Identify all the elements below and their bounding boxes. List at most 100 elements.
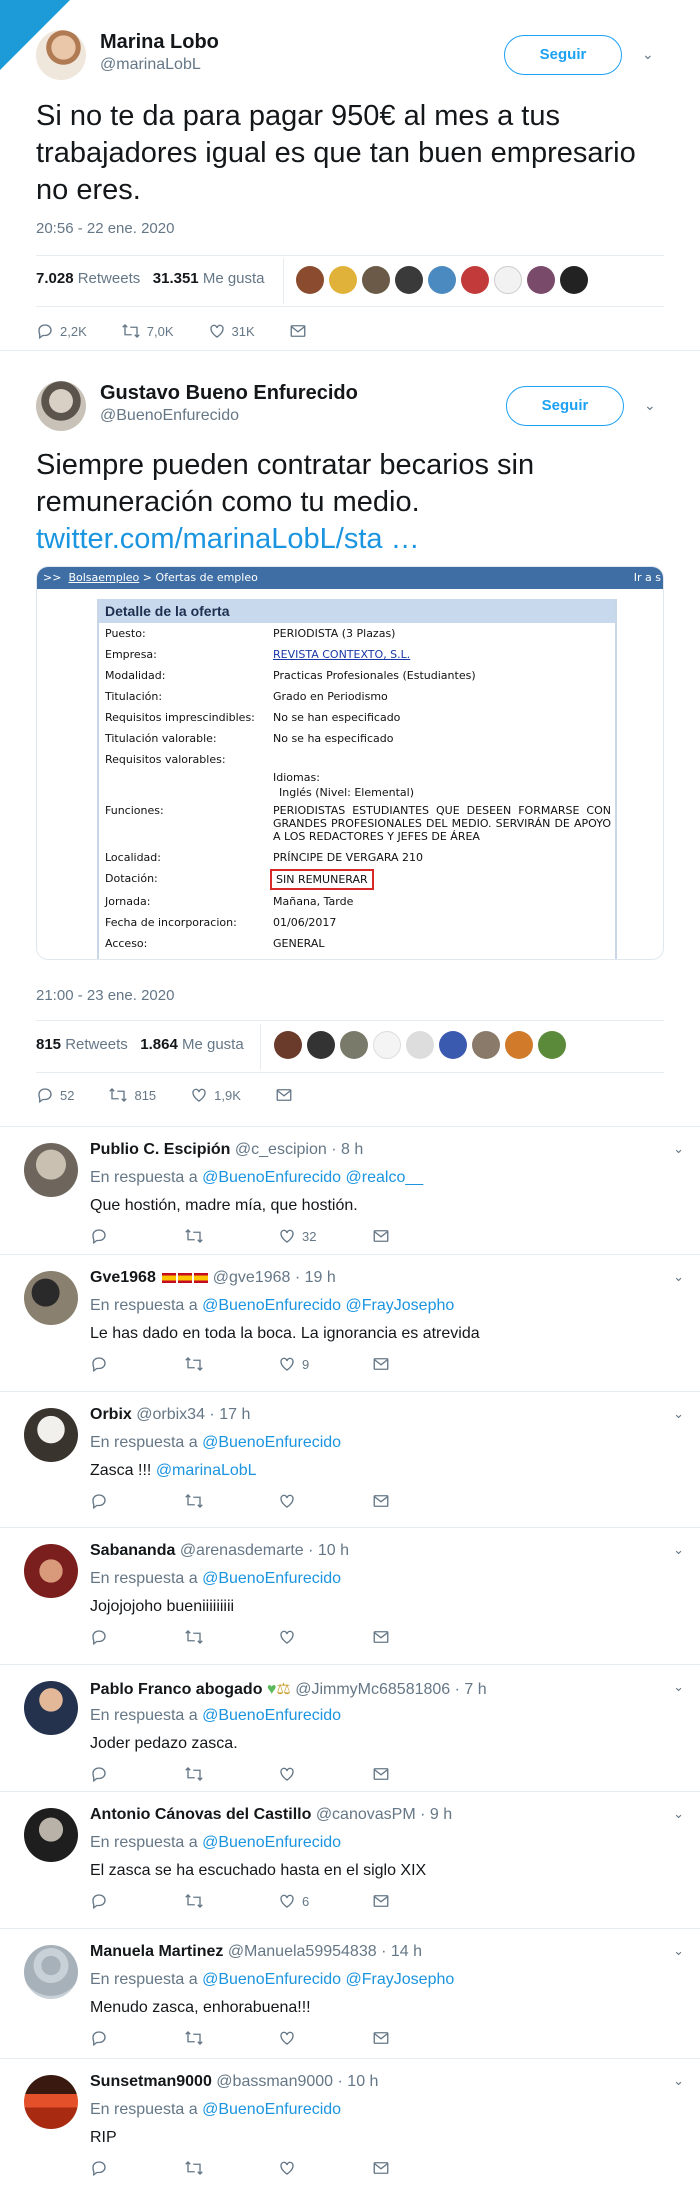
reply-time[interactable]: · 10 h xyxy=(308,1542,349,1559)
dm-button[interactable] xyxy=(372,1892,466,1910)
reply-author-handle[interactable]: @c_escipion xyxy=(235,1141,327,1158)
liker-avatars[interactable] xyxy=(296,266,588,294)
retweet-button[interactable]: 815 xyxy=(108,1086,156,1104)
retweet-count[interactable]: 7.028 xyxy=(36,270,74,287)
tweet-link[interactable]: twitter.com/marinaLobL/sta … xyxy=(36,521,636,558)
reply-author-name[interactable]: Antonio Cánovas del Castillo xyxy=(90,1806,311,1823)
reply-author-handle[interactable]: @arenasdemarte xyxy=(180,1542,304,1559)
like-button[interactable]: 31K xyxy=(208,322,255,340)
tweet-timestamp[interactable]: 21:00 - 23 ene. 2020 xyxy=(36,987,174,1004)
dm-button[interactable] xyxy=(289,322,313,340)
author-handle[interactable]: @marinaLobL xyxy=(100,56,201,74)
avatar[interactable] xyxy=(340,1031,368,1059)
reply-author-handle[interactable]: @bassman9000 xyxy=(216,2073,333,2090)
retweet-button[interactable] xyxy=(184,1892,278,1910)
avatar[interactable] xyxy=(24,1271,78,1325)
reply-tweet[interactable]: Antonio Cánovas del Castillo @canovasPM … xyxy=(0,1791,700,1928)
reply-button[interactable] xyxy=(90,1492,184,1510)
chevron-down-icon[interactable]: ⌄ xyxy=(673,1406,684,1422)
avatar[interactable] xyxy=(24,1808,78,1862)
chevron-down-icon[interactable]: ⌄ xyxy=(673,1141,684,1157)
embedded-image[interactable]: >> Bolsaempleo > Ofertas de empleo Ir a … xyxy=(36,566,664,960)
reply-tweet[interactable]: Orbix @orbix34 · 17 h ⌄ En respuesta a @Bu… xyxy=(0,1391,700,1527)
avatar[interactable] xyxy=(406,1031,434,1059)
like-button[interactable] xyxy=(278,1765,372,1783)
reply-author-handle[interactable]: @Manuela59954838 xyxy=(228,1943,377,1960)
reply-to-handles[interactable]: @BuenoEnfurecido @FrayJosepho xyxy=(202,1297,454,1314)
avatar[interactable] xyxy=(560,266,588,294)
like-count[interactable]: 31.351 xyxy=(153,270,199,287)
like-button[interactable]: 32 xyxy=(278,1227,372,1245)
like-button[interactable]: 1,9K xyxy=(190,1086,241,1104)
dm-button[interactable] xyxy=(372,1628,466,1646)
chevron-down-icon[interactable]: ⌄ xyxy=(673,1269,684,1285)
avatar[interactable] xyxy=(36,381,86,431)
mention-link[interactable]: @marinaLobL xyxy=(156,1462,257,1479)
reply-author-name[interactable]: Pablo Franco abogado xyxy=(90,1681,262,1698)
reply-author-name[interactable]: Sunsetman9000 xyxy=(90,2073,212,2090)
retweet-button[interactable] xyxy=(184,1492,278,1510)
chevron-down-icon[interactable]: ⌄ xyxy=(673,2073,684,2089)
reply-time[interactable]: · 17 h xyxy=(209,1406,250,1423)
reply-author-handle[interactable]: @JimmyMc68581806 xyxy=(295,1681,450,1698)
avatar[interactable] xyxy=(24,1408,78,1462)
reply-button[interactable] xyxy=(90,2159,184,2177)
like-button[interactable] xyxy=(278,2029,372,2047)
reply-author-name[interactable]: Gve1968 xyxy=(90,1269,156,1286)
reply-button[interactable] xyxy=(90,1227,184,1245)
avatar[interactable] xyxy=(24,1544,78,1598)
reply-button[interactable] xyxy=(90,1892,184,1910)
chevron-down-icon[interactable]: ⌄ xyxy=(673,1806,684,1822)
dm-button[interactable] xyxy=(372,2159,466,2177)
follow-button[interactable]: Seguir xyxy=(504,35,622,75)
reply-button[interactable] xyxy=(90,1628,184,1646)
avatar[interactable] xyxy=(36,30,86,80)
retweet-button[interactable] xyxy=(184,1628,278,1646)
avatar[interactable] xyxy=(24,1945,78,1999)
reply-author-handle[interactable]: @orbix34 xyxy=(136,1406,205,1423)
reply-author-name[interactable]: Orbix xyxy=(90,1406,132,1423)
like-button[interactable] xyxy=(278,1492,372,1510)
avatar[interactable] xyxy=(461,266,489,294)
like-button[interactable]: 9 xyxy=(278,1355,372,1373)
reply-tweet[interactable]: Publio C. Escipión @c_escipion · 8 h ⌄ En … xyxy=(0,1126,700,1254)
reply-to-handles[interactable]: @BuenoEnfurecido @realco__ xyxy=(202,1169,423,1186)
reply-author-name[interactable]: Publio C. Escipión xyxy=(90,1141,230,1158)
reply-button[interactable]: 52 xyxy=(36,1086,74,1104)
dm-button[interactable] xyxy=(275,1086,299,1104)
reply-time[interactable]: · 7 h xyxy=(455,1681,487,1698)
liker-avatars[interactable] xyxy=(274,1031,566,1059)
follow-button[interactable]: Seguir xyxy=(506,386,624,426)
reply-button[interactable] xyxy=(90,2029,184,2047)
reply-tweet[interactable]: Sunsetman9000 @bassman9000 · 10 h ⌄ En res… xyxy=(0,2058,700,2196)
reply-time[interactable]: · 19 h xyxy=(295,1269,336,1286)
retweet-button[interactable]: 7,0K xyxy=(121,322,174,340)
reply-button[interactable] xyxy=(90,1765,184,1783)
avatar[interactable] xyxy=(24,1681,78,1735)
reply-author-handle[interactable]: @gve1968 xyxy=(213,1269,291,1286)
author-handle[interactable]: @BuenoEnfurecido xyxy=(100,407,239,425)
tweet-timestamp[interactable]: 20:56 - 22 ene. 2020 xyxy=(36,220,174,237)
reply-time[interactable]: · 8 h xyxy=(331,1141,363,1158)
reply-to-handles[interactable]: @BuenoEnfurecido xyxy=(202,2101,341,2118)
retweet-button[interactable] xyxy=(184,1355,278,1373)
reply-author-handle[interactable]: @canovasPM xyxy=(316,1806,416,1823)
likes-label[interactable]: Me gusta xyxy=(203,270,265,287)
chevron-down-icon[interactable]: ⌄ xyxy=(642,46,654,63)
like-button[interactable] xyxy=(278,1628,372,1646)
avatar[interactable] xyxy=(472,1031,500,1059)
retweet-button[interactable] xyxy=(184,2029,278,2047)
avatar[interactable] xyxy=(373,1031,401,1059)
reply-tweet[interactable]: Gve1968 @gve1968 · 19 h ⌄ En respuesta a @… xyxy=(0,1254,700,1391)
reply-time[interactable]: · 9 h xyxy=(420,1806,452,1823)
like-button[interactable]: 6 xyxy=(278,1892,372,1910)
avatar[interactable] xyxy=(439,1031,467,1059)
reply-author-name[interactable]: Sabananda xyxy=(90,1542,175,1559)
avatar[interactable] xyxy=(296,266,324,294)
avatar[interactable] xyxy=(527,266,555,294)
reply-to-handles[interactable]: @BuenoEnfurecido xyxy=(202,1707,341,1724)
retweet-count[interactable]: 815 xyxy=(36,1036,61,1053)
likes-label[interactable]: Me gusta xyxy=(182,1036,244,1053)
reply-button[interactable]: 2,2K xyxy=(36,322,87,340)
avatar[interactable] xyxy=(505,1031,533,1059)
